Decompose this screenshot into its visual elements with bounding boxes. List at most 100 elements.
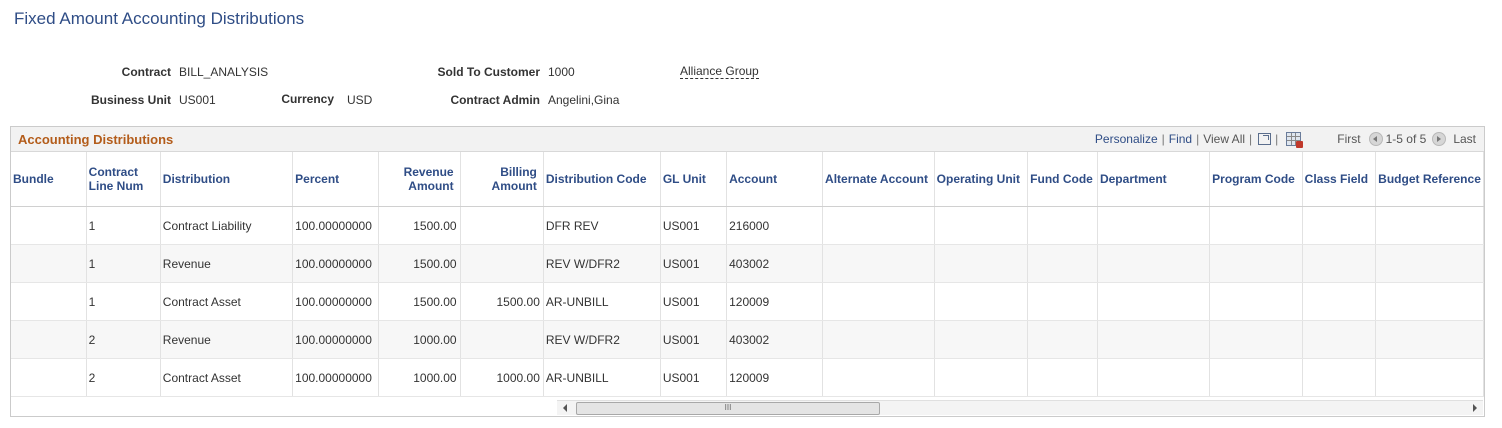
cell-percent: 100.00000000 xyxy=(292,320,379,359)
row-range-text: 1-5 of 5 xyxy=(1385,132,1427,146)
col-header-program-code[interactable]: Program Code xyxy=(1209,152,1303,207)
col-header-gl-unit[interactable]: GL Unit xyxy=(660,152,728,207)
next-page-icon[interactable] xyxy=(1432,132,1447,146)
cell-distribution-code: REV W/DFR2 xyxy=(543,320,661,359)
cell-class-field xyxy=(1302,320,1377,359)
cell-contract-line-num: 1 xyxy=(86,244,161,283)
cell-fund-code xyxy=(1027,244,1098,283)
cell-gl-unit: US001 xyxy=(660,244,728,283)
cell-operating-unit xyxy=(934,282,1029,321)
cell-distribution: Revenue xyxy=(160,244,294,283)
cell-class-field xyxy=(1302,206,1377,245)
table-row[interactable]: 2 Revenue 100.00000000 1000.00 REV W/DFR2 US0… xyxy=(11,320,1484,359)
grid-title: Accounting Distributions xyxy=(18,132,174,147)
horizontal-scrollbar[interactable]: III xyxy=(557,400,1483,415)
cell-gl-unit: US001 xyxy=(660,282,728,321)
currency-label: Currency xyxy=(281,92,334,106)
cell-gl-unit: US001 xyxy=(660,320,728,359)
cell-billing-amount xyxy=(460,244,544,283)
cell-bundle xyxy=(11,320,87,359)
col-header-budget-reference[interactable]: Budget Reference xyxy=(1375,152,1484,207)
view-all-link[interactable]: View All xyxy=(1203,132,1245,146)
currency-value: USD xyxy=(347,93,373,107)
cell-distribution: Contract Asset xyxy=(160,282,294,321)
business-unit-value: US001 xyxy=(179,93,216,107)
cell-billing-amount: 1000.00 xyxy=(460,358,544,397)
scroll-right-arrow-icon[interactable] xyxy=(1473,404,1477,412)
cell-gl-unit: US001 xyxy=(660,358,728,397)
first-page-link[interactable]: First xyxy=(1337,132,1360,146)
zoom-grid-icon[interactable] xyxy=(1258,133,1272,145)
col-header-contract-line-num[interactable]: Contract Line Num xyxy=(86,152,161,207)
download-excel-icon[interactable] xyxy=(1286,132,1304,148)
cell-class-field xyxy=(1302,244,1377,283)
cell-billing-amount xyxy=(460,206,544,245)
col-header-billing-amount[interactable]: Billing Amount xyxy=(460,152,544,207)
scrollbar-thumb[interactable]: III xyxy=(576,402,880,415)
col-header-class-field[interactable]: Class Field xyxy=(1302,152,1377,207)
cell-account: 120009 xyxy=(726,358,824,397)
contract-label: Contract xyxy=(121,65,171,79)
customer-name-link[interactable]: Alliance Group xyxy=(680,65,759,79)
cell-revenue-amount: 1500.00 xyxy=(378,244,461,283)
cell-percent: 100.00000000 xyxy=(292,244,379,283)
cell-department xyxy=(1097,358,1211,397)
cell-budget-reference xyxy=(1375,244,1484,283)
col-header-alternate-account[interactable]: Alternate Account xyxy=(822,152,935,207)
contract-admin-value: Angelini,Gina xyxy=(548,93,620,107)
cell-bundle xyxy=(11,206,87,245)
find-link[interactable]: Find xyxy=(1169,132,1192,146)
cell-revenue-amount: 1500.00 xyxy=(378,282,461,321)
cell-alternate-account xyxy=(822,358,935,397)
cell-bundle xyxy=(11,244,87,283)
previous-page-icon[interactable] xyxy=(1368,132,1383,146)
distributions-table: Bundle Contract Line Num Distribution Pe… xyxy=(11,152,1484,397)
col-header-bundle[interactable]: Bundle xyxy=(11,152,87,207)
table-row[interactable]: 1 Contract Asset 100.00000000 1500.00 1500.0… xyxy=(11,282,1484,321)
cell-contract-line-num: 1 xyxy=(86,282,161,321)
grid-toolbar: Personalize | Find | View All | | First … xyxy=(1095,132,1476,148)
last-page-link[interactable]: Last xyxy=(1453,132,1476,146)
cell-class-field xyxy=(1302,282,1377,321)
cell-account: 120009 xyxy=(726,282,824,321)
col-header-percent[interactable]: Percent xyxy=(292,152,379,207)
cell-program-code xyxy=(1209,320,1303,359)
cell-fund-code xyxy=(1027,206,1098,245)
cell-operating-unit xyxy=(934,358,1029,397)
cell-budget-reference xyxy=(1375,282,1484,321)
col-header-fund-code[interactable]: Fund Code xyxy=(1027,152,1098,207)
cell-account: 403002 xyxy=(726,320,824,359)
cell-alternate-account xyxy=(822,320,935,359)
cell-alternate-account xyxy=(822,206,935,245)
cell-program-code xyxy=(1209,282,1303,321)
business-unit-label: Business Unit xyxy=(90,93,171,107)
scroll-left-arrow-icon[interactable] xyxy=(563,404,567,412)
col-header-revenue-amount[interactable]: Revenue Amount xyxy=(378,152,461,207)
cell-bundle xyxy=(11,358,87,397)
page-title: Fixed Amount Accounting Distributions xyxy=(14,9,305,28)
col-header-operating-unit[interactable]: Operating Unit xyxy=(934,152,1029,207)
cell-operating-unit xyxy=(934,206,1029,245)
col-header-distribution-code[interactable]: Distribution Code xyxy=(543,152,661,207)
cell-distribution: Contract Asset xyxy=(160,358,294,397)
col-header-department[interactable]: Department xyxy=(1097,152,1211,207)
cell-department xyxy=(1097,206,1211,245)
col-header-distribution[interactable]: Distribution xyxy=(160,152,294,207)
table-row[interactable]: 1 Revenue 100.00000000 1500.00 REV W/DFR2 US0… xyxy=(11,244,1484,283)
col-header-account[interactable]: Account xyxy=(726,152,824,207)
cell-account: 216000 xyxy=(726,206,824,245)
toolbar-separator: | xyxy=(1249,132,1253,146)
cell-distribution-code: AR-UNBILL xyxy=(543,282,661,321)
cell-operating-unit xyxy=(934,244,1029,283)
accounting-distributions-grid: Accounting Distributions Personalize | F… xyxy=(10,126,1485,417)
cell-distribution: Contract Liability xyxy=(160,206,294,245)
cell-billing-amount: 1500.00 xyxy=(460,282,544,321)
table-row[interactable]: 2 Contract Asset 100.00000000 1000.00 1000.0… xyxy=(11,358,1484,397)
cell-alternate-account xyxy=(822,282,935,321)
cell-program-code xyxy=(1209,358,1303,397)
table-row[interactable]: 1 Contract Liability 100.00000000 1500.00 DF… xyxy=(11,206,1484,245)
cell-percent: 100.00000000 xyxy=(292,206,379,245)
personalize-link[interactable]: Personalize xyxy=(1095,132,1158,146)
cell-fund-code xyxy=(1027,282,1098,321)
cell-department xyxy=(1097,320,1211,359)
